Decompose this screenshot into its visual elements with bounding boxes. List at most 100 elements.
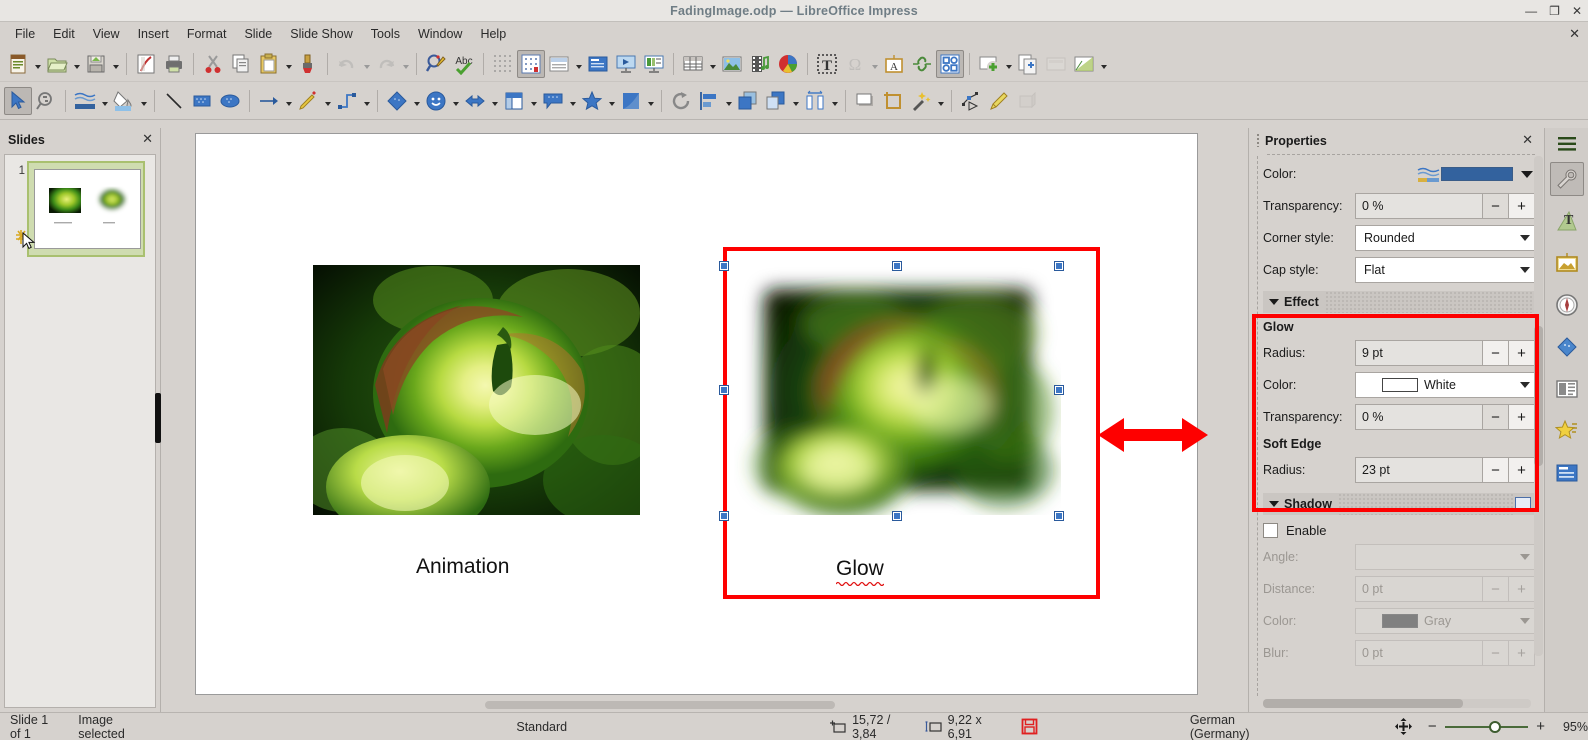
stars-and-banners-dropdown[interactable] [606,87,617,115]
status-save-state[interactable] [1021,718,1038,735]
undo-button[interactable] [333,50,361,78]
shadow-angle-select[interactable] [1355,544,1535,570]
spacing-button[interactable] [801,87,829,115]
insert-special-character-button[interactable]: Ω [841,50,869,78]
selection-handle-n[interactable] [893,262,901,270]
glow-transparency-decrement[interactable]: − [1483,404,1509,430]
select-tool-button[interactable] [4,86,32,115]
selection-handle-e[interactable] [1055,386,1063,394]
canvas-horizontal-scrollbar[interactable] [195,700,1198,710]
curves-and-polygons-button[interactable] [294,87,322,115]
selection-handle-sw[interactable] [720,512,728,520]
cap-style-caret-icon[interactable] [1520,267,1530,273]
corner-style-caret-icon[interactable] [1520,235,1530,241]
shadow-button[interactable] [851,87,879,115]
insert-table-dropdown[interactable] [707,50,718,78]
selection-handle-w[interactable] [720,386,728,394]
master-slide-dropdown[interactable] [573,50,584,78]
zoom-out-button[interactable]: − [1428,718,1437,735]
minimize-button[interactable]: — [1525,5,1537,17]
3d-objects-dropdown[interactable] [645,87,656,115]
line-transparency-increment[interactable]: + [1509,193,1535,219]
properties-scroll-thumb[interactable] [1534,326,1543,466]
sidebar-tab-gallery[interactable] [1550,246,1584,280]
caption-animation[interactable]: Animation [416,555,509,579]
show-draw-functions-button[interactable] [936,49,964,78]
lines-and-arrows-button[interactable] [255,87,283,115]
properties-close-icon[interactable]: ✕ [1522,132,1533,148]
shadow-enable-checkbox[interactable] [1263,523,1278,538]
corner-style-select[interactable]: Rounded [1355,225,1535,251]
glow-color-caret-icon[interactable] [1520,382,1530,388]
slide-layout-button[interactable] [1042,50,1070,78]
close-button[interactable]: ✕ [1572,5,1582,17]
sidebar-tab-master-slides[interactable] [1550,372,1584,406]
soft-edge-radius-increment[interactable]: + [1509,457,1535,483]
selection-handle-nw[interactable] [720,262,728,270]
shadow-blur-input[interactable]: 0 pt [1355,640,1483,666]
arrange-button[interactable] [734,87,762,115]
shadow-angle-caret-icon[interactable] [1520,554,1530,560]
glow-radius-decrement[interactable]: − [1483,340,1509,366]
print-button[interactable] [160,50,188,78]
shadow-distance-increment[interactable]: + [1509,576,1535,602]
effect-section-header[interactable]: Effect [1263,291,1535,313]
distribute-selection-button[interactable] [762,87,790,115]
sidebar-tab-shapes[interactable] [1550,330,1584,364]
block-arrows-button[interactable] [461,87,489,115]
callout-shapes-button[interactable] [539,87,567,115]
cap-style-select[interactable]: Flat [1355,257,1535,283]
duplicate-slide-button[interactable] [1014,50,1042,78]
menu-view[interactable]: View [84,24,129,44]
new-slide-dropdown[interactable] [1003,50,1014,78]
menu-format[interactable]: Format [178,24,236,44]
connectors-button[interactable] [333,87,361,115]
slide-canvas[interactable]: Animation Glow [195,133,1198,695]
filter-dropdown[interactable] [935,87,946,115]
redo-dropdown[interactable] [400,50,411,78]
glue-points-button[interactable] [985,87,1013,115]
save-document-button[interactable] [82,50,110,78]
copy-button[interactable] [227,50,255,78]
sidebar-tab-styles[interactable]: T [1550,204,1584,238]
start-from-current-slide-button[interactable] [640,50,668,78]
spelling-button[interactable]: Abc [450,50,478,78]
shadow-distance-decrement[interactable]: − [1483,576,1509,602]
new-document-button[interactable] [4,50,32,78]
filter-button[interactable] [907,87,935,115]
distribute-selection-dropdown[interactable] [790,87,801,115]
open-document-button[interactable] [43,50,71,78]
fill-color-dropdown[interactable] [138,87,149,115]
insert-line-button[interactable] [160,87,188,115]
effect-collapse-icon[interactable] [1269,299,1279,305]
undo-dropdown[interactable] [361,50,372,78]
master-slide-design-button[interactable] [1070,50,1098,78]
menu-file[interactable]: File [6,24,44,44]
sidebar-tab-navigator[interactable] [1550,288,1584,322]
insert-text-box-button[interactable]: T [813,50,841,78]
sidebar-tab-properties[interactable] [1549,162,1584,196]
insert-image-button[interactable] [718,50,746,78]
flowchart-shapes-button[interactable] [500,87,528,115]
lines-and-arrows-dropdown[interactable] [283,87,294,115]
toggle-extrusion-button[interactable] [1013,87,1041,115]
curves-and-polygons-dropdown[interactable] [322,87,333,115]
flowchart-shapes-dropdown[interactable] [528,87,539,115]
save-document-dropdown[interactable] [110,50,121,78]
rotate-button[interactable] [667,87,695,115]
properties-vertical-scrollbar[interactable] [1534,156,1543,656]
sidebar-tab-slide-transition[interactable] [1550,456,1584,490]
snap-to-grid-button[interactable] [517,49,545,78]
glow-color-select[interactable]: White [1355,372,1535,398]
line-color-button[interactable] [71,87,99,115]
zoom-level-label[interactable]: 95% [1563,720,1588,734]
ellipse-button[interactable] [216,87,244,115]
menu-edit[interactable]: Edit [44,24,84,44]
slides-list[interactable]: 1 [4,154,156,708]
display-grid-button[interactable] [489,50,517,78]
soft-edge-radius-input[interactable]: 23 pt [1355,457,1483,483]
properties-horizontal-scrollbar[interactable] [1263,699,1531,708]
symbol-shapes-button[interactable] [422,87,450,115]
points-button[interactable] [957,87,985,115]
shadow-section-header[interactable]: Shadow [1263,493,1535,515]
